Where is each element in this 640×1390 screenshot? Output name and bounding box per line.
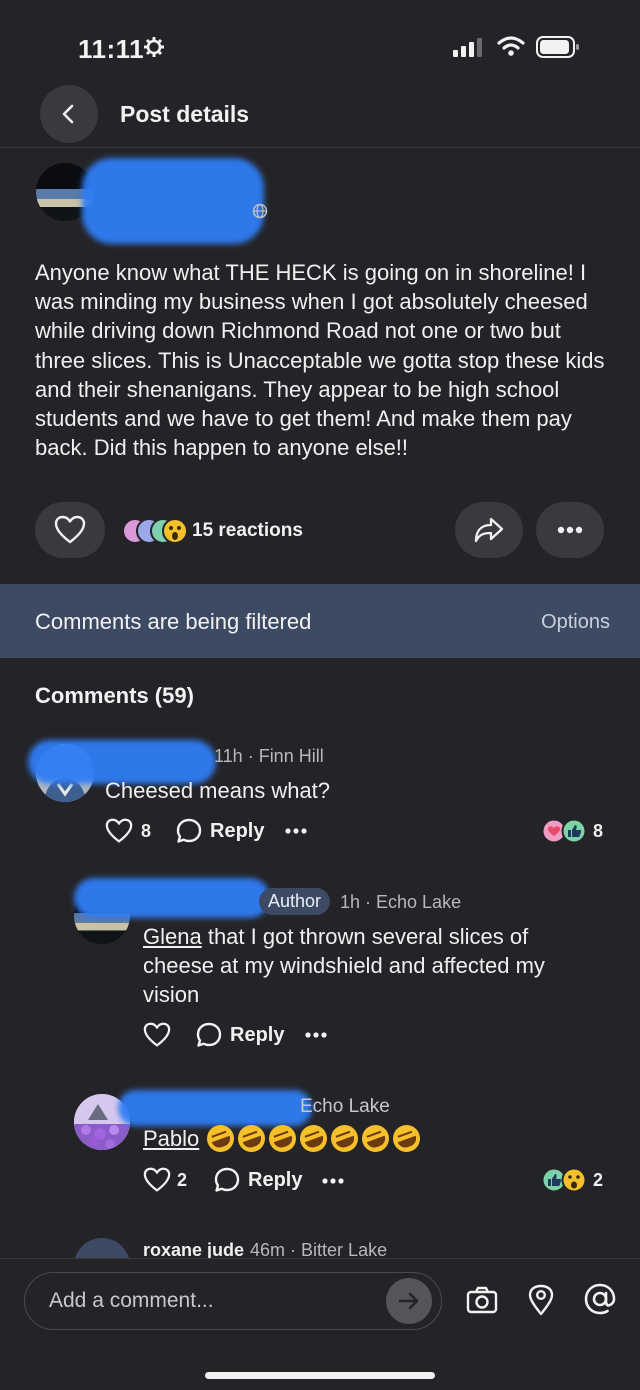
comment-1-reactions[interactable]: 8 <box>541 818 603 844</box>
comment-1-like-button[interactable]: 8 <box>105 818 151 844</box>
heart-icon <box>105 818 133 843</box>
comment-2-mention[interactable]: Glena <box>143 924 202 949</box>
reaction-emoji-stack-icon <box>122 518 188 544</box>
filter-banner-text: Comments are being filtered <box>35 609 312 634</box>
rolling-laughing-emoji-icon <box>358 1121 394 1156</box>
cellular-signal-icon <box>453 38 482 57</box>
comment-1-meta: 11h · Finn Hill <box>214 746 324 766</box>
comment-1-like-count: 8 <box>141 820 152 841</box>
comment-2-reply-label: Reply <box>230 1023 285 1046</box>
rolling-laughing-emoji-icon <box>389 1121 425 1156</box>
comment-1-text: Cheesed means what? <box>105 778 331 803</box>
comments-heading: Comments (59) <box>35 683 194 708</box>
comment-2-more-icon[interactable] <box>305 1031 327 1039</box>
comment-2-meta: 1h · Echo Lake <box>340 892 462 912</box>
comment-3-like-button[interactable]: 2 <box>143 1167 187 1193</box>
comment-3-meta: Echo Lake <box>300 1096 390 1117</box>
comments-filter-banner: Comments are being filtered Options <box>0 584 640 658</box>
send-comment-button[interactable] <box>386 1278 432 1324</box>
speech-bubble-icon <box>176 818 202 843</box>
speech-bubble-icon <box>196 1022 222 1047</box>
comment-3-mention[interactable]: Pablo <box>143 1124 199 1153</box>
comment-2-reply-button[interactable]: Reply <box>196 1022 284 1048</box>
share-arrow-icon <box>474 517 504 543</box>
add-comment-input[interactable]: Add a comment... <box>24 1272 442 1330</box>
comment-3-reply-button[interactable]: Reply <box>214 1167 302 1193</box>
location-pin-icon[interactable] <box>528 1284 554 1316</box>
battery-icon <box>536 36 579 58</box>
thumbsup-surprised-reaction-icon <box>541 1167 587 1193</box>
comment-3-text: Pablo <box>143 1121 425 1156</box>
back-button[interactable] <box>40 85 98 143</box>
rolling-laughing-emoji-icon <box>327 1121 363 1156</box>
comment-3-reply-label: Reply <box>248 1168 303 1191</box>
wifi-icon <box>497 36 525 56</box>
comment-3-reaction-count: 2 <box>593 1169 604 1190</box>
heart-icon <box>143 1167 171 1192</box>
status-bar: 11:11 <box>0 0 640 90</box>
ellipsis-icon <box>557 526 583 534</box>
page-title: Post details <box>120 101 250 127</box>
header-bar: Post details <box>0 80 640 148</box>
more-options-button[interactable] <box>536 502 604 558</box>
rolling-laughing-emoji-icon <box>296 1121 332 1156</box>
reactions-summary[interactable] <box>121 516 191 546</box>
share-button[interactable] <box>455 502 523 558</box>
comment-1-reply-label: Reply <box>210 819 265 842</box>
redacted-author-name <box>82 158 264 244</box>
comment-2-text: Glena that I got thrown several slices o… <box>143 922 603 1009</box>
comment-1-reaction-count: 8 <box>593 820 604 841</box>
add-comment-placeholder: Add a comment... <box>49 1289 214 1312</box>
comment-3-like-count: 2 <box>177 1169 188 1190</box>
like-button[interactable] <box>35 502 105 558</box>
mention-at-icon[interactable] <box>584 1283 616 1315</box>
home-indicator <box>205 1372 435 1379</box>
redacted-commenter-name <box>74 878 270 918</box>
heart-icon <box>54 515 86 544</box>
speech-bubble-icon <box>214 1167 240 1192</box>
rolling-laughing-emoji-icon <box>265 1121 301 1156</box>
comment-composer-bar: Add a comment... <box>0 1258 640 1390</box>
redacted-commenter-name <box>118 1090 312 1126</box>
clock-time: 11:11 <box>78 34 145 64</box>
comment-2-like-icon[interactable] <box>143 1022 171 1048</box>
chevron-left-icon <box>62 104 74 124</box>
rolling-laughing-emoji-row <box>203 1121 425 1156</box>
comment-3-reactions[interactable]: 2 <box>541 1167 603 1193</box>
rolling-laughing-emoji-icon <box>234 1121 270 1156</box>
heart-thumbsup-reaction-icon <box>541 818 587 844</box>
comment-1-more-icon[interactable] <box>285 827 307 835</box>
globe-icon <box>252 203 268 219</box>
arrow-right-icon <box>398 1292 419 1310</box>
camera-icon[interactable] <box>466 1285 498 1315</box>
reactions-count[interactable]: 15 reactions <box>192 520 303 542</box>
comment-2-body: that I got thrown several slices of chee… <box>143 924 545 1007</box>
settings-gear-icon <box>144 37 164 57</box>
comment-3-more-icon[interactable] <box>322 1177 344 1185</box>
comment-1-reply-button[interactable]: Reply <box>176 818 264 844</box>
rolling-laughing-emoji-icon <box>203 1121 239 1156</box>
author-badge: Author <box>259 888 331 915</box>
filter-options-button[interactable]: Options <box>541 611 610 634</box>
post-body-text: Anyone know what THE HECK is going on in… <box>35 260 605 461</box>
